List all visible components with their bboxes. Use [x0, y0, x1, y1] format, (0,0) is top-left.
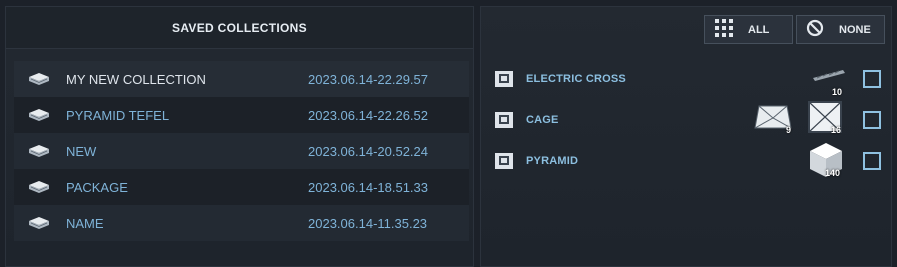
- book-icon: [28, 108, 50, 122]
- collection-date: 2023.06.14-22.26.52: [308, 107, 428, 123]
- item-row: PYRAMID 140: [481, 140, 891, 181]
- item-count: 10: [832, 87, 843, 97]
- book-icon: [28, 216, 50, 230]
- item-checkbox[interactable]: [863, 111, 881, 129]
- panel-title: SAVED COLLECTIONS: [6, 7, 473, 49]
- collection-name: PACKAGE: [66, 179, 128, 195]
- item-name: CAGE: [526, 113, 559, 126]
- module-icon: [494, 70, 514, 88]
- item-row: CAGE 9 16: [481, 99, 891, 140]
- select-all-button[interactable]: ALL: [704, 15, 793, 44]
- book-icon: [28, 144, 50, 158]
- prohibited-icon: [806, 19, 824, 40]
- collection-name: PYRAMID TEFEL: [66, 107, 170, 123]
- collection-row[interactable]: NAME 2023.06.14-11.35.23: [14, 205, 469, 241]
- item-count: 9: [786, 125, 792, 135]
- item-count: 140: [825, 168, 841, 178]
- item-name: ELECTRIC CROSS: [526, 72, 626, 85]
- collection-name: NEW: [66, 143, 97, 159]
- collection-contents-panel: ALL NONE ELECTRIC CROSS 10 CAGE 9 16 PYR…: [480, 6, 892, 267]
- collection-name: NAME: [66, 215, 104, 231]
- selection-toolbar: ALL NONE: [704, 15, 885, 44]
- collection-date: 2023.06.14-11.35.23: [308, 215, 428, 231]
- collection-row[interactable]: PYRAMID TEFEL 2023.06.14-22.26.52: [14, 97, 469, 133]
- saved-collections-panel: SAVED COLLECTIONS MY NEW COLLECTION 2023…: [5, 6, 474, 267]
- book-icon: [28, 72, 50, 86]
- select-none-label: NONE: [839, 23, 871, 36]
- module-icon: [494, 111, 514, 129]
- select-none-button[interactable]: NONE: [796, 15, 885, 44]
- collection-row[interactable]: NEW 2023.06.14-20.52.24: [14, 133, 469, 169]
- collections-list: MY NEW COLLECTION 2023.06.14-22.29.57 PY…: [14, 61, 469, 241]
- item-row: ELECTRIC CROSS 10: [481, 58, 891, 99]
- module-icon: [494, 152, 514, 170]
- rod-thumbnail-icon: [811, 67, 847, 88]
- collection-date: 2023.06.14-20.52.24: [308, 143, 428, 159]
- collection-date: 2023.06.14-18.51.33: [308, 179, 428, 195]
- collection-name: MY NEW COLLECTION: [66, 71, 206, 87]
- item-checkbox[interactable]: [863, 70, 881, 88]
- grid-icon: [715, 19, 733, 40]
- item-checkbox[interactable]: [863, 152, 881, 170]
- select-all-label: ALL: [748, 23, 770, 36]
- collection-row[interactable]: MY NEW COLLECTION 2023.06.14-22.29.57: [14, 61, 469, 97]
- collection-date: 2023.06.14-22.29.57: [308, 71, 428, 87]
- collection-row[interactable]: PACKAGE 2023.06.14-18.51.33: [14, 169, 469, 205]
- item-list: ELECTRIC CROSS 10 CAGE 9 16 PYRAMID 140: [481, 58, 891, 181]
- book-icon: [28, 180, 50, 194]
- item-count: 16: [831, 125, 842, 135]
- item-name: PYRAMID: [526, 154, 579, 167]
